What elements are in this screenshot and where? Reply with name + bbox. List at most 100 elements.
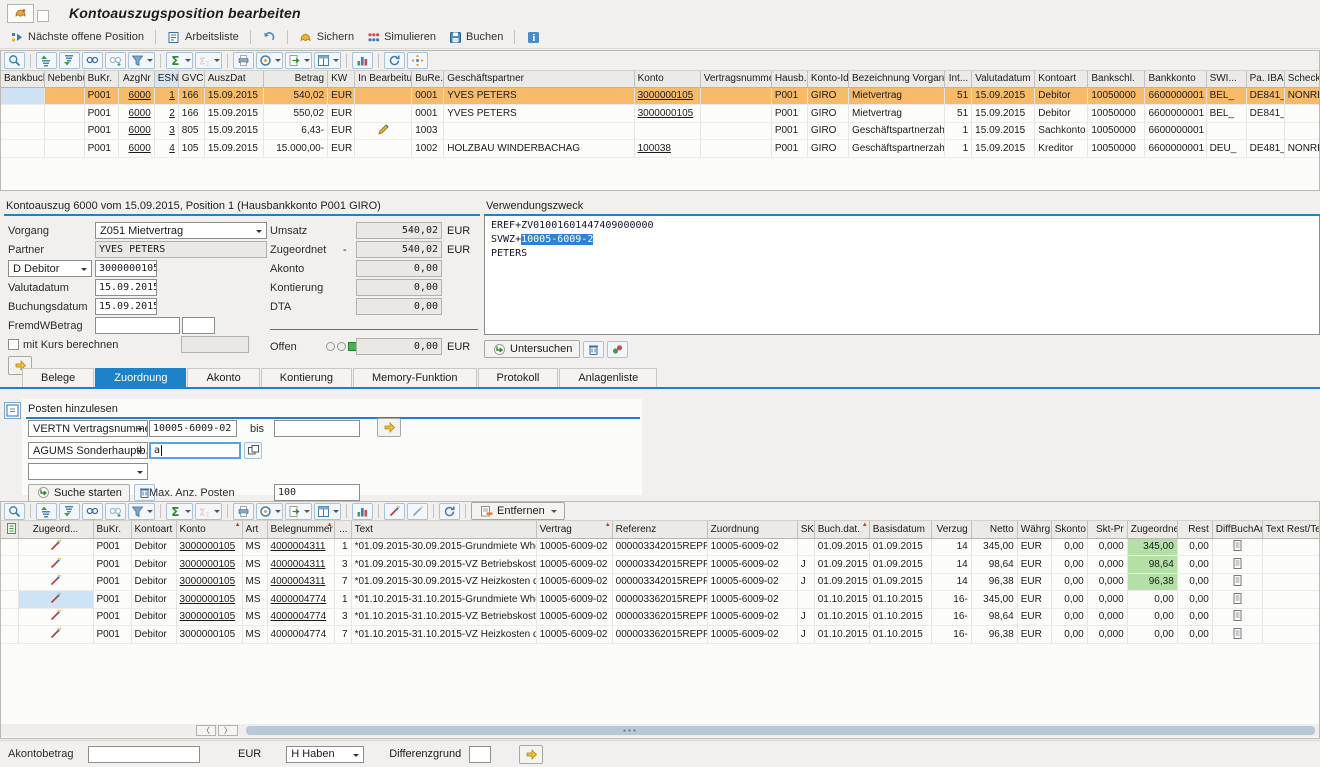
cell-link[interactable]: 2	[169, 108, 175, 119]
criterion1-to-field[interactable]	[274, 420, 360, 437]
scroll-left-button[interactable]: 〈	[196, 725, 216, 736]
criterion1-select[interactable]: VERTN Vertragsnummer	[28, 420, 148, 437]
post-button[interactable]: Buchen	[442, 28, 509, 47]
cell-link[interactable]: 3000000105	[638, 90, 694, 101]
column-header[interactable]: KW	[328, 71, 355, 87]
cell-link[interactable]: 4	[169, 143, 175, 154]
criterion2-from-field[interactable]: a	[149, 442, 241, 459]
matchcode-button[interactable]	[244, 442, 262, 459]
table-row[interactable]: P0016000380515.09.20156,43-EUR1003P001GI…	[1, 122, 1320, 140]
table-row[interactable]: P001Debitor3000000105MS40000043113*01.09…	[1, 556, 1320, 574]
akonto-transfer-button[interactable]	[519, 745, 543, 764]
column-header[interactable]: Verzug	[931, 521, 971, 538]
column-header[interactable]: ...	[334, 521, 351, 538]
tab-anlagenliste[interactable]: Anlagenliste	[559, 368, 657, 387]
search-button[interactable]	[4, 52, 25, 69]
kurs-checkbox[interactable]	[8, 339, 19, 350]
criterion1-from-field[interactable]: 10005-6009-02	[149, 420, 237, 437]
export-button[interactable]	[285, 52, 312, 69]
column-header[interactable]: Bankkonto	[1145, 71, 1206, 87]
wand-icon[interactable]	[18, 608, 93, 626]
move-button[interactable]	[407, 52, 428, 69]
export-button[interactable]	[285, 503, 312, 520]
start-search-button[interactable]: Suche starten	[28, 484, 130, 502]
cell-link[interactable]: 6000	[129, 108, 151, 119]
info-button[interactable]: i	[520, 28, 546, 47]
sort-desc-button[interactable]	[59, 503, 80, 520]
column-header[interactable]: Netto	[971, 521, 1017, 538]
column-header[interactable]: Int...	[945, 71, 972, 87]
layout-button[interactable]	[314, 503, 341, 520]
table-row[interactable]: P001Debitor3000000105MS40000047747*01.10…	[1, 626, 1320, 644]
cell-link[interactable]: 4000004311	[267, 573, 334, 591]
table-row[interactable]: P001Debitor3000000105MS40000043117*01.09…	[1, 573, 1320, 591]
column-header[interactable]: Zuordnung	[707, 521, 797, 538]
column-header[interactable]: BuKr.	[93, 521, 131, 538]
transaction-icon[interactable]	[7, 4, 34, 23]
table-row[interactable]: P0016000116615.09.2015540,02EUR0001YVES …	[1, 87, 1320, 105]
cell-link[interactable]: 3000000105	[180, 576, 236, 587]
cell-link[interactable]: 1	[154, 87, 178, 105]
cell-link[interactable]: 3000000105	[176, 556, 242, 574]
toggle-markers-button[interactable]	[607, 341, 628, 358]
filter-button[interactable]	[128, 503, 155, 520]
find-button[interactable]	[82, 52, 103, 69]
cell-link[interactable]: 3000000105	[638, 108, 694, 119]
column-header[interactable]: SWI...	[1206, 71, 1246, 87]
search-button[interactable]	[4, 503, 25, 520]
views-button[interactable]	[256, 52, 283, 69]
untersuchen-button[interactable]: Untersuchen	[484, 340, 580, 358]
column-header[interactable]: Scheck/D	[1284, 71, 1320, 87]
column-header[interactable]: Währg	[1017, 521, 1051, 538]
tab-memory-funktion[interactable]: Memory-Funktion	[353, 368, 477, 387]
column-header[interactable]: DiffBuchArt	[1212, 521, 1262, 538]
tab-belege[interactable]: Belege	[22, 368, 94, 387]
next-open-position-button[interactable]: Nächste offene Position	[4, 28, 150, 47]
scrollbar-track[interactable]	[246, 726, 1315, 735]
differenzgrund-field[interactable]	[469, 746, 491, 763]
cell-link[interactable]: 3000000105	[176, 538, 242, 556]
cell-link[interactable]: 3000000105	[180, 541, 236, 552]
column-header[interactable]: Bankbuch	[1, 71, 44, 87]
buchungsdatum-field[interactable]: 15.09.2015	[95, 298, 157, 315]
wand-icon[interactable]	[18, 591, 93, 609]
sort-desc-button[interactable]	[59, 52, 80, 69]
column-header[interactable]: In Bearbeitung	[355, 71, 412, 87]
column-header[interactable]: Art	[242, 521, 267, 538]
column-header[interactable]: Text Rest/Teilzlg Z	[1262, 521, 1320, 538]
column-header[interactable]: Zugeord...	[18, 521, 93, 538]
cell-link[interactable]: 100038	[638, 143, 671, 154]
debit-credit-select[interactable]: H Haben	[286, 746, 364, 763]
cell-link[interactable]: 3000000105	[176, 573, 242, 591]
column-header[interactable]: BuRe...	[412, 71, 444, 87]
cell-link[interactable]: 3000000105	[180, 594, 236, 605]
column-header[interactable]: Rest	[1177, 521, 1212, 538]
cell-link[interactable]: 3000000105	[176, 608, 242, 626]
cell-link[interactable]: 3	[169, 125, 175, 136]
cell-link[interactable]: 4000004774	[267, 591, 334, 609]
cell-link[interactable]: 4000004311	[271, 541, 326, 552]
akontobetrag-field[interactable]	[88, 746, 200, 763]
collapse-search-panel-button[interactable]	[4, 402, 21, 419]
column-header[interactable]: ESNr	[154, 71, 178, 87]
cell-link[interactable]: 3000000105	[176, 591, 242, 609]
refresh-button[interactable]	[439, 503, 460, 520]
column-header[interactable]: Nebenbuch	[44, 71, 84, 87]
sum-button[interactable]: Σ	[166, 503, 193, 520]
table-row[interactable]: P001Debitor3000000105MS40000043111*01.09…	[1, 538, 1320, 556]
sort-asc-button[interactable]	[36, 503, 57, 520]
column-header[interactable]: Vertrag▲	[536, 521, 612, 538]
column-header[interactable]: Buch.dat.▲	[814, 521, 869, 538]
sort-asc-button[interactable]	[36, 52, 57, 69]
tab-zuordnung[interactable]: Zuordnung	[95, 368, 186, 387]
criterion2-select[interactable]: AGUMS Sonderhauptb.Ke..	[28, 442, 148, 459]
column-header[interactable]: Konto▲	[176, 521, 242, 538]
cell-link[interactable]: 6000	[129, 143, 151, 154]
table-row[interactable]: P0016000410515.09.201515.000,00-EUR1002H…	[1, 140, 1320, 158]
column-header[interactable]: Konto	[634, 71, 700, 87]
column-header[interactable]: Bankschl.	[1088, 71, 1145, 87]
worklist-button[interactable]: Arbeitsliste	[161, 28, 245, 47]
column-header[interactable]: Text	[351, 521, 536, 538]
tab-kontierung[interactable]: Kontierung	[261, 368, 352, 387]
fremdw-currency-field[interactable]	[182, 317, 215, 334]
